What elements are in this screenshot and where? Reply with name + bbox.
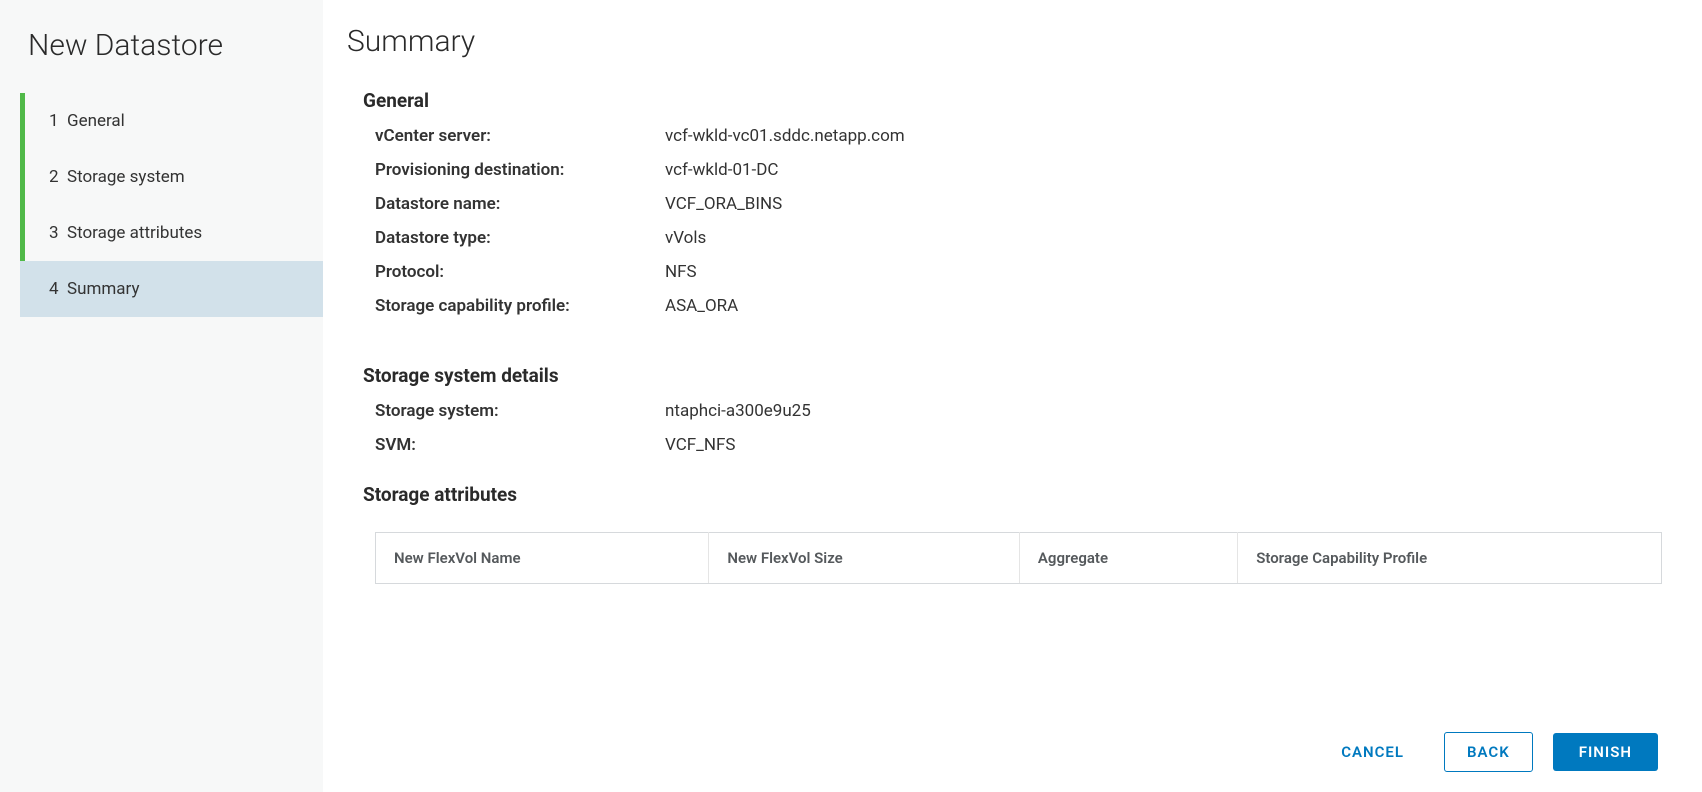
kv-row: Datastore name: VCF_ORA_BINS [375,194,1662,214]
kv-value-protocol: NFS [665,262,697,282]
section-title-general: General [347,89,1662,112]
main-content: Summary General vCenter server: vcf-wkld… [347,24,1662,708]
kv-value-datastore-type: vVols [665,228,706,248]
wizard-title: New Datastore [0,28,323,93]
step-general[interactable]: 1 General [20,93,323,149]
kv-row: Storage system: ntaphci-a300e9u25 [375,401,1662,421]
main-panel: Summary General vCenter server: vcf-wkld… [323,0,1702,792]
wizard-sidebar: New Datastore 1 General 2 Storage system… [0,0,323,792]
section-title-storage-attributes: Storage attributes [347,483,1662,506]
wizard-footer: CANCEL BACK FINISH [347,708,1662,792]
step-label: Storage system [67,167,185,187]
step-label: Storage attributes [67,223,202,243]
kv-value-datastore-name: VCF_ORA_BINS [665,194,782,214]
storage-attributes-table: New FlexVol Name New FlexVol Size Aggreg… [375,532,1662,584]
general-list: vCenter server: vcf-wkld-vc01.sddc.netap… [347,126,1662,316]
kv-label-datastore-name: Datastore name: [375,194,665,214]
kv-value-vcenter: vcf-wkld-vc01.sddc.netapp.com [665,126,905,146]
kv-row: Provisioning destination: vcf-wkld-01-DC [375,160,1662,180]
step-summary[interactable]: 4 Summary [20,261,323,317]
kv-row: Datastore type: vVols [375,228,1662,248]
kv-row: vCenter server: vcf-wkld-vc01.sddc.netap… [375,126,1662,146]
step-number: 3 [49,223,59,243]
cancel-button[interactable]: CANCEL [1321,733,1424,771]
kv-label-profile: Storage capability profile: [375,296,665,316]
storage-attributes-table-wrapper: New FlexVol Name New FlexVol Size Aggreg… [347,532,1662,584]
kv-row: Storage capability profile: ASA_ORA [375,296,1662,316]
page-title: Summary [347,24,1662,59]
kv-label-destination: Provisioning destination: [375,160,665,180]
kv-label-storage-system: Storage system: [375,401,665,421]
step-storage-attributes[interactable]: 3 Storage attributes [20,205,323,261]
section-title-storage-system: Storage system details [347,364,1662,387]
kv-row: Protocol: NFS [375,262,1662,282]
step-number: 1 [49,111,59,131]
step-storage-system[interactable]: 2 Storage system [20,149,323,205]
kv-value-profile: ASA_ORA [665,296,738,316]
back-button[interactable]: BACK [1444,732,1533,772]
step-label: Summary [67,279,139,299]
col-storage-profile: Storage Capability Profile [1238,533,1662,584]
finish-button[interactable]: FINISH [1553,733,1658,771]
kv-value-storage-system: ntaphci-a300e9u25 [665,401,811,421]
col-flexvol-name: New FlexVol Name [376,533,709,584]
kv-row: SVM: VCF_NFS [375,435,1662,455]
step-label: General [67,111,125,131]
step-number: 4 [49,279,59,299]
col-aggregate: Aggregate [1019,533,1237,584]
storage-system-list: Storage system: ntaphci-a300e9u25 SVM: V… [347,401,1662,455]
kv-label-vcenter: vCenter server: [375,126,665,146]
table-header-row: New FlexVol Name New FlexVol Size Aggreg… [376,533,1662,584]
step-list: 1 General 2 Storage system 3 Storage att… [0,93,323,317]
kv-label-datastore-type: Datastore type: [375,228,665,248]
kv-label-svm: SVM: [375,435,665,455]
kv-value-svm: VCF_NFS [665,435,735,455]
col-flexvol-size: New FlexVol Size [709,533,1020,584]
kv-value-destination: vcf-wkld-01-DC [665,160,778,180]
kv-label-protocol: Protocol: [375,262,665,282]
step-number: 2 [49,167,59,187]
